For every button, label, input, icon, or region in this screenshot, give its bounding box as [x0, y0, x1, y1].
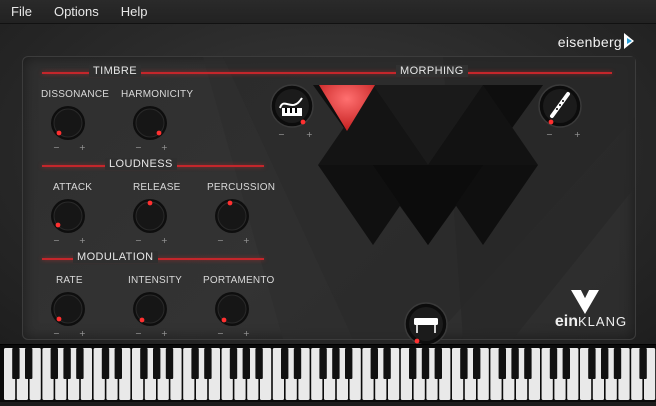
dissonance-minus: − — [53, 143, 60, 152]
black-key[interactable] — [12, 348, 20, 379]
percussion-knob[interactable] — [214, 198, 250, 234]
electric-piano-icon[interactable] — [404, 302, 448, 346]
black-key[interactable] — [498, 348, 506, 379]
black-key[interactable] — [50, 348, 58, 379]
black-key[interactable] — [613, 348, 622, 379]
release-knob[interactable] — [132, 198, 168, 234]
attack-knob[interactable] — [50, 198, 86, 234]
black-key[interactable] — [293, 348, 302, 379]
label-intensity: INTENSITY — [128, 275, 183, 286]
einklang-logo-icon — [571, 290, 599, 314]
black-key[interactable] — [25, 348, 33, 379]
intensity-minus: − — [135, 329, 142, 338]
release-minus: − — [135, 236, 142, 245]
rate-minus: − — [53, 329, 60, 338]
label-release: RELEASE — [133, 182, 181, 193]
label-dissonance: DISSONANCE — [41, 89, 110, 100]
black-key[interactable] — [63, 348, 71, 379]
black-key[interactable] — [76, 348, 84, 379]
morph-right-plus: + — [574, 130, 581, 139]
morph-left-plus: + — [306, 130, 313, 139]
label-percussion: PERCUSSION — [207, 182, 276, 193]
black-key[interactable] — [549, 348, 558, 379]
synth-keyboard-icon[interactable] — [270, 84, 314, 128]
dissonance-plus: + — [79, 143, 86, 152]
menu-bar: File Options Help — [0, 0, 656, 24]
menu-file[interactable]: File — [0, 4, 43, 19]
harmonicity-plus: + — [161, 143, 168, 152]
rate-plus: + — [79, 329, 86, 338]
menu-help[interactable]: Help — [110, 4, 159, 19]
label-attack: ATTACK — [53, 182, 93, 193]
eisenberg-logo-icon — [624, 33, 634, 49]
intensity-knob[interactable] — [132, 291, 168, 327]
morph-right-minus: − — [546, 130, 553, 139]
black-key[interactable] — [434, 348, 442, 379]
morph-left-minus: − — [278, 130, 285, 139]
black-key[interactable] — [409, 348, 417, 379]
product-prefix: ein — [554, 313, 579, 330]
black-key[interactable] — [165, 348, 174, 379]
instrument-panel: TIMBRE MORPHING LOUDNESS MODULATION DISS… — [22, 56, 636, 357]
black-key[interactable] — [421, 348, 430, 379]
intensity-plus: + — [161, 329, 168, 338]
black-key[interactable] — [153, 348, 161, 379]
black-key[interactable] — [319, 348, 327, 379]
section-morphing: MORPHING — [396, 65, 468, 77]
black-key[interactable] — [601, 348, 609, 379]
section-timbre: TIMBRE — [89, 65, 141, 77]
plugin-window: eisenberg TIMBRE MORPHING LOUDNESS MODUL… — [0, 24, 656, 357]
attack-plus: + — [79, 236, 86, 245]
piano-keyboard[interactable] — [0, 344, 656, 402]
rate-knob[interactable] — [50, 291, 86, 327]
black-key[interactable] — [101, 348, 110, 379]
morph-cursor-icon[interactable] — [319, 85, 375, 133]
black-key[interactable] — [191, 348, 199, 379]
portamento-minus: − — [217, 329, 224, 338]
black-key[interactable] — [639, 348, 647, 379]
black-key[interactable] — [281, 348, 289, 379]
black-key[interactable] — [332, 348, 340, 379]
black-key[interactable] — [511, 348, 519, 379]
black-key[interactable] — [114, 348, 122, 379]
black-key[interactable] — [370, 348, 378, 379]
black-key[interactable] — [524, 348, 532, 379]
black-key[interactable] — [229, 348, 238, 379]
dissonance-knob[interactable] — [50, 105, 86, 141]
black-key[interactable] — [473, 348, 481, 379]
black-key[interactable] — [345, 348, 353, 379]
black-key[interactable] — [588, 348, 596, 379]
piano-keys[interactable] — [0, 345, 656, 402]
product-logo: einKLANG — [546, 313, 636, 331]
label-harmonicity: HARMONICITY — [121, 89, 194, 100]
harmonicity-knob[interactable] — [132, 105, 168, 141]
percussion-minus: − — [217, 236, 224, 245]
black-key[interactable] — [383, 348, 391, 379]
black-key[interactable] — [204, 348, 212, 379]
release-plus: + — [161, 236, 168, 245]
black-key[interactable] — [242, 348, 250, 379]
harmonicity-minus: − — [135, 143, 142, 152]
black-key[interactable] — [562, 348, 570, 379]
label-rate: RATE — [56, 275, 83, 286]
black-key[interactable] — [460, 348, 468, 379]
brand-name: eisenberg — [557, 34, 622, 50]
menu-options[interactable]: Options — [43, 4, 110, 19]
portamento-plus: + — [243, 329, 250, 338]
section-modulation: MODULATION — [73, 251, 158, 263]
label-portamento: PORTAMENTO — [203, 275, 275, 286]
product-suffix: KLANG — [578, 314, 628, 329]
section-loudness: LOUDNESS — [105, 158, 177, 170]
portamento-knob[interactable] — [214, 291, 250, 327]
black-key[interactable] — [255, 348, 263, 379]
percussion-plus: + — [243, 236, 250, 245]
attack-minus: − — [53, 236, 60, 245]
black-key[interactable] — [140, 348, 148, 379]
flute-icon[interactable] — [538, 84, 582, 128]
